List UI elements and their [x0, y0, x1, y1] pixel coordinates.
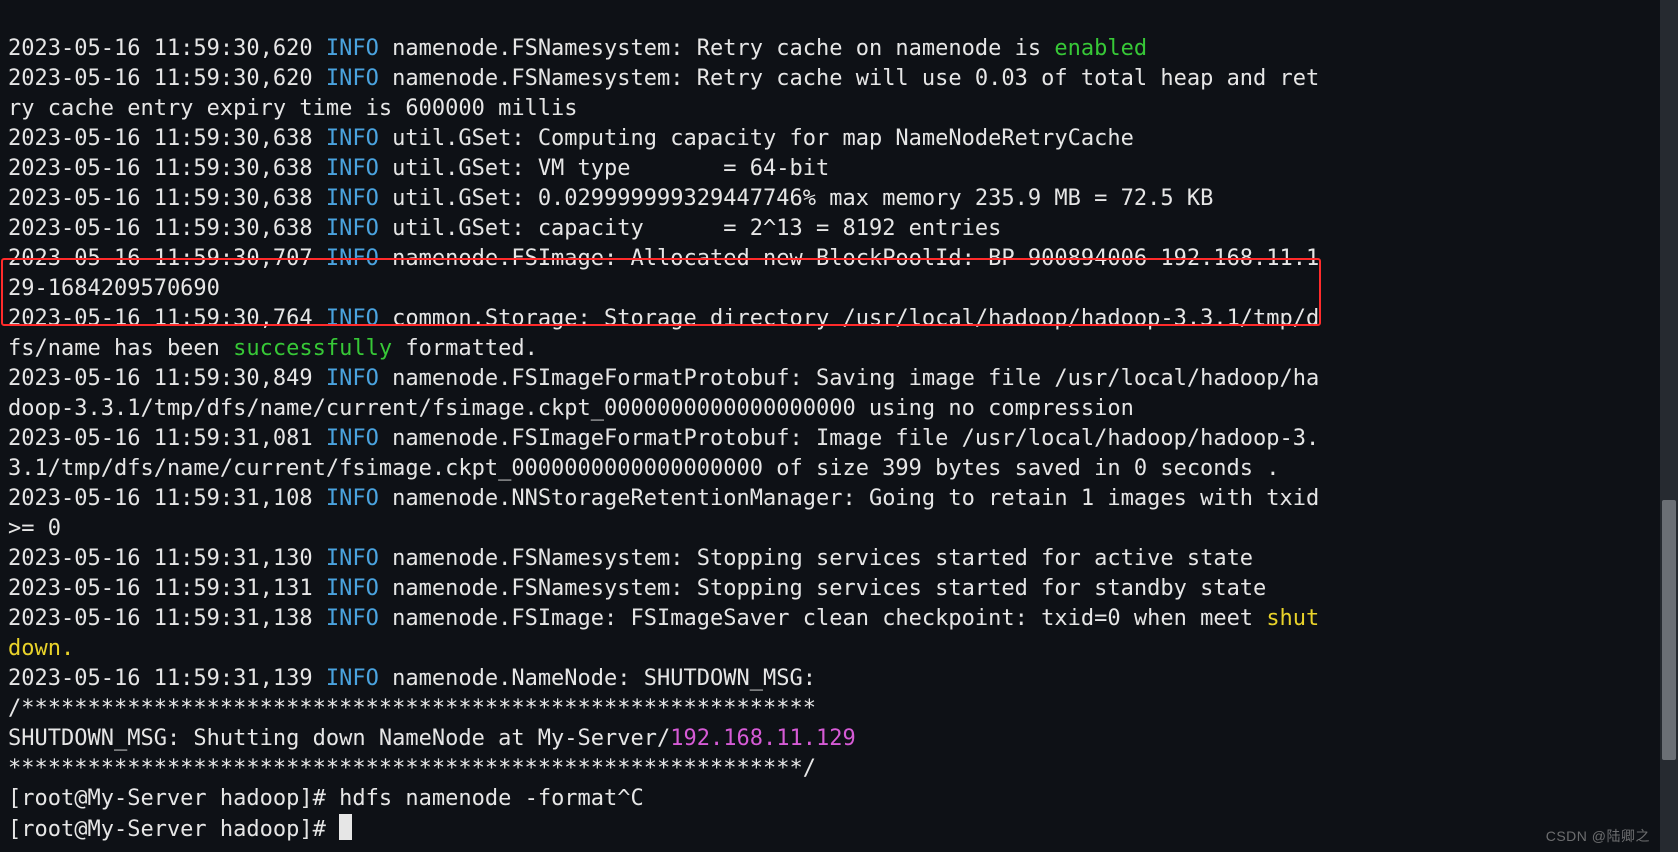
log-line: 2023-05-16 11:59:30,707 INFO namenode.FS… — [8, 246, 1319, 301]
log-line: 2023-05-16 11:59:30,638 INFO util.GSet: … — [8, 186, 1213, 211]
log-line: 2023-05-16 11:59:30,620 INFO namenode.FS… — [8, 66, 1319, 121]
shell-prompt[interactable]: [root@My-Server hadoop]# — [8, 817, 352, 842]
log-line: 2023-05-16 11:59:31,131 INFO namenode.FS… — [8, 576, 1266, 601]
log-line: 2023-05-16 11:59:30,638 INFO util.GSet: … — [8, 156, 829, 181]
scrollbar-track[interactable] — [1660, 0, 1678, 852]
log-line: 2023-05-16 11:59:31,081 INFO namenode.FS… — [8, 426, 1319, 481]
cursor-icon — [339, 814, 352, 840]
log-line: 2023-05-16 11:59:30,638 INFO util.GSet: … — [8, 216, 1001, 241]
terminal-output[interactable]: 2023-05-16 11:59:30,620 INFO namenode.FS… — [0, 0, 1336, 852]
log-line-highlighted: 2023-05-16 11:59:30,764 INFO common.Stor… — [8, 306, 1319, 361]
log-line: 2023-05-16 11:59:30,849 INFO namenode.FS… — [8, 366, 1319, 421]
log-line: 2023-05-16 11:59:31,130 INFO namenode.FS… — [8, 546, 1253, 571]
scrollbar-thumb[interactable] — [1662, 500, 1676, 760]
log-line: 2023-05-16 11:59:31,139 INFO namenode.Na… — [8, 666, 816, 691]
log-line: 2023-05-16 11:59:31,138 INFO namenode.FS… — [8, 606, 1319, 661]
log-line: 2023-05-16 11:59:31,108 INFO namenode.NN… — [8, 486, 1333, 541]
watermark: CSDN @陆卿之 — [1546, 826, 1650, 846]
log-line: 2023-05-16 11:59:30,620 INFO namenode.FS… — [8, 36, 1147, 61]
log-line: ****************************************… — [8, 756, 816, 781]
shell-prompt: [root@My-Server hadoop]# hdfs namenode -… — [8, 786, 644, 811]
log-line: SHUTDOWN_MSG: Shutting down NameNode at … — [8, 726, 856, 751]
log-line: 2023-05-16 11:59:30,638 INFO util.GSet: … — [8, 126, 1134, 151]
log-line: /***************************************… — [8, 696, 816, 721]
